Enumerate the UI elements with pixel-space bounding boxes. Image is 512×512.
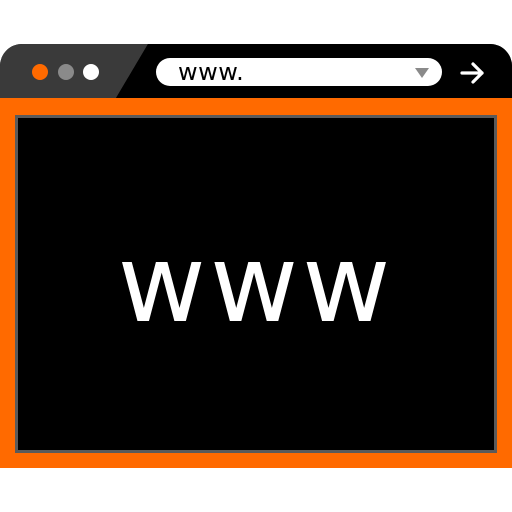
maximize-window-dot[interactable]: [83, 64, 99, 80]
address-bar[interactable]: www.: [156, 58, 442, 86]
caret-down-icon[interactable]: [414, 67, 430, 79]
minimize-window-dot[interactable]: [58, 64, 74, 80]
address-bar-text: www.: [178, 58, 245, 86]
page-heading: www: [117, 221, 395, 347]
close-window-dot[interactable]: [32, 64, 48, 80]
page-viewport: www: [15, 115, 497, 453]
browser-illustration: www. www: [0, 0, 512, 512]
arrow-right-icon[interactable]: [458, 58, 488, 88]
